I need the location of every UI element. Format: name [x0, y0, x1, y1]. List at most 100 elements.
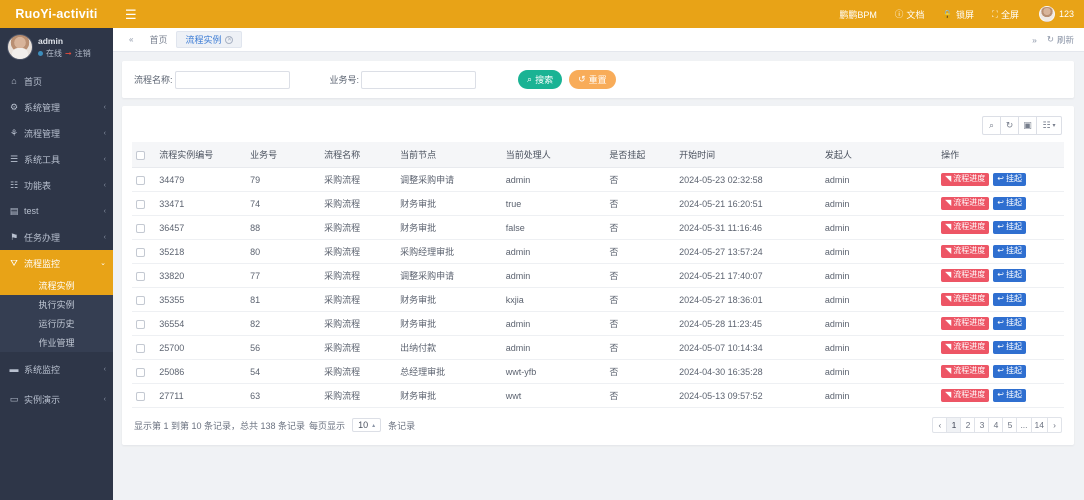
suspend-button[interactable]: ↩ 挂起: [993, 317, 1026, 330]
table-row[interactable]: 34479 79 采购流程 调整采购申请 admin 否 2024-05-23 02:32:…: [132, 167, 1064, 192]
process-name-input[interactable]: [174, 70, 290, 89]
topbar-item-bpm[interactable]: 鹏鹏BPM: [839, 8, 877, 21]
process-progress-button[interactable]: ◥ 流程进度: [941, 245, 990, 258]
table-row[interactable]: 36554 82 采购流程 财务审批 admin 否 2024-05-28 11:23:45…: [132, 311, 1064, 336]
business-no-input[interactable]: [361, 70, 477, 89]
suspend-button[interactable]: ↩ 挂起: [993, 173, 1026, 186]
tab-prev-icon[interactable]: «: [122, 35, 140, 44]
sidebar-item-home[interactable]: ⌂ 首页: [0, 68, 113, 94]
row-checkbox[interactable]: [136, 391, 145, 401]
row-select-cell[interactable]: [132, 383, 156, 408]
row-checkbox[interactable]: [136, 343, 145, 353]
pagination-page[interactable]: 4: [988, 417, 1004, 433]
topbar-item-fullscreen[interactable]: ⛶ 全屏: [992, 8, 1019, 21]
row-checkbox[interactable]: [136, 319, 145, 329]
select-all-checkbox[interactable]: [136, 150, 145, 160]
sidebar-item-system-tools[interactable]: ☰ 系统工具 ‹: [0, 146, 113, 172]
sidebar-item-system-monitor[interactable]: ▬ 系统监控 ‹: [0, 356, 113, 382]
sidebar-subitem-process-instance[interactable]: 流程实例: [0, 276, 113, 295]
table-row[interactable]: 35355 81 采购流程 财务审批 kxjia 否 2024-05-27 18:36:01…: [132, 287, 1064, 312]
table-row[interactable]: 27711 63 采购流程 财务审批 wwt 否 2024-05-13 09:57:52 ad…: [132, 383, 1064, 408]
process-progress-button[interactable]: ◥ 流程进度: [941, 293, 990, 306]
row-select-cell[interactable]: [132, 263, 156, 288]
sidebar-item-task-handling[interactable]: ⚑ 任务办理 ‹: [0, 224, 113, 250]
suspend-button[interactable]: ↩ 挂起: [993, 389, 1026, 402]
app-logo[interactable]: RuoYi-activiti: [0, 0, 113, 28]
process-progress-button[interactable]: ◥ 流程进度: [941, 317, 990, 330]
sidebar-item-system-management[interactable]: ⚙ 系统管理 ‹: [0, 94, 113, 120]
row-checkbox[interactable]: [136, 223, 145, 233]
suspend-button[interactable]: ↩ 挂起: [993, 245, 1026, 258]
suspend-button[interactable]: ↩ 挂起: [993, 197, 1026, 210]
row-select-cell[interactable]: [132, 287, 156, 312]
fullscreen-icon[interactable]: ▣: [1018, 116, 1037, 135]
sidebar-subitem-execution-instance[interactable]: 执行实例: [0, 295, 113, 314]
hamburger-icon[interactable]: ☰: [125, 8, 137, 21]
sidebar-item-process-management[interactable]: ⚘ 流程管理 ‹: [0, 120, 113, 146]
pagination-page[interactable]: 3: [974, 417, 990, 433]
pagination-page[interactable]: ‹: [932, 417, 948, 433]
sidebar-item-process-monitor[interactable]: ⛛ 流程监控 ⌄: [0, 250, 113, 276]
sidebar-item-test[interactable]: ▤ test ‹: [0, 198, 113, 224]
row-select-cell[interactable]: [132, 191, 156, 216]
topbar-item-lockscreen[interactable]: 🔒 锁屏: [942, 8, 974, 21]
row-select-cell[interactable]: [132, 167, 156, 192]
sidebar-subitem-job-management[interactable]: 作业管理: [0, 333, 113, 352]
row-checkbox[interactable]: [136, 199, 145, 209]
suspend-button[interactable]: ↩ 挂起: [993, 221, 1026, 234]
process-progress-button[interactable]: ◥ 流程进度: [941, 197, 990, 210]
sidebar-subitem-run-history[interactable]: 运行历史: [0, 314, 113, 333]
pagination-page[interactable]: 5: [1002, 417, 1018, 433]
topbar-item-docs[interactable]: ⓘ 文档: [895, 8, 925, 21]
sidebar-item-function-table[interactable]: ☷ 功能表 ‹: [0, 172, 113, 198]
process-progress-button[interactable]: ◥ 流程进度: [941, 221, 990, 234]
row-select-cell[interactable]: [132, 311, 156, 336]
topbar-user[interactable]: 123: [1038, 6, 1074, 22]
user-profile[interactable]: admin 在线 ➞ 注销: [0, 28, 113, 68]
pagination-page[interactable]: ›: [1047, 417, 1062, 433]
columns-icon[interactable]: ☷ ▾: [1036, 116, 1062, 135]
process-progress-button[interactable]: ◥ 流程进度: [941, 365, 990, 378]
table-row[interactable]: 35218 80 采购流程 采购经理审批 admin 否 2024-05-27 13:57:…: [132, 239, 1064, 264]
row-select-cell[interactable]: [132, 239, 156, 264]
row-select-cell[interactable]: [132, 359, 156, 384]
suspend-button[interactable]: ↩ 挂起: [993, 293, 1026, 306]
pagination-page[interactable]: 14: [1030, 417, 1048, 433]
select-all-header[interactable]: [132, 142, 156, 168]
table-row[interactable]: 36457 88 采购流程 财务审批 false 否 2024-05-31 11:16:46…: [132, 215, 1064, 240]
suspend-button[interactable]: ↩ 挂起: [993, 269, 1026, 282]
row-checkbox[interactable]: [136, 247, 145, 257]
table-row[interactable]: 25700 56 采购流程 出纳付款 admin 否 2024-05-07 10:14:34…: [132, 335, 1064, 360]
tab-home[interactable]: 首页: [140, 31, 176, 48]
refresh-icon[interactable]: ↻: [1000, 116, 1019, 135]
tab-process-instance[interactable]: 流程实例 ✕: [176, 31, 243, 48]
suspend-button[interactable]: ↩ 挂起: [993, 365, 1026, 378]
reset-button[interactable]: ↺ 重置: [569, 70, 616, 89]
suspend-button[interactable]: ↩ 挂起: [993, 341, 1026, 354]
row-checkbox[interactable]: [136, 367, 145, 377]
row-select-cell[interactable]: [132, 335, 156, 360]
process-progress-button[interactable]: ◥ 流程进度: [941, 389, 990, 402]
page-size-selector[interactable]: 10 ▴: [352, 418, 382, 432]
process-progress-button[interactable]: ◥ 流程进度: [941, 269, 990, 282]
row-select-cell[interactable]: [132, 215, 156, 240]
close-icon[interactable]: ✕: [225, 35, 234, 44]
search-icon[interactable]: ⌕: [982, 116, 1001, 135]
row-checkbox[interactable]: [136, 175, 145, 185]
search-button[interactable]: ⌕ 搜索: [518, 70, 563, 89]
table-row[interactable]: 33471 74 采购流程 财务审批 true 否 2024-05-21 16:20:51 a…: [132, 191, 1064, 216]
pagination-page[interactable]: ...: [1016, 417, 1032, 433]
table-row[interactable]: 25086 54 采购流程 总经理审批 wwt-yfb 否 2024-04-30 16:35…: [132, 359, 1064, 384]
pagination-page[interactable]: 1: [946, 417, 962, 433]
sidebar-item-demo[interactable]: ▭ 实例演示 ‹: [0, 386, 113, 412]
logout-icon[interactable]: ➞: [65, 49, 72, 58]
tabbar-refresh[interactable]: ↻ 刷新: [1047, 34, 1074, 46]
row-checkbox[interactable]: [136, 295, 145, 305]
process-progress-button[interactable]: ◥ 流程进度: [941, 341, 990, 354]
table-row[interactable]: 33820 77 采购流程 调整采购申请 admin 否 2024-05-21 17:40:…: [132, 263, 1064, 288]
row-checkbox[interactable]: [136, 271, 145, 281]
pagination-page[interactable]: 2: [960, 417, 976, 433]
process-progress-button[interactable]: ◥ 流程进度: [941, 173, 990, 186]
logout-label[interactable]: 注销: [75, 48, 91, 59]
tab-next-icon[interactable]: »: [1032, 35, 1037, 45]
